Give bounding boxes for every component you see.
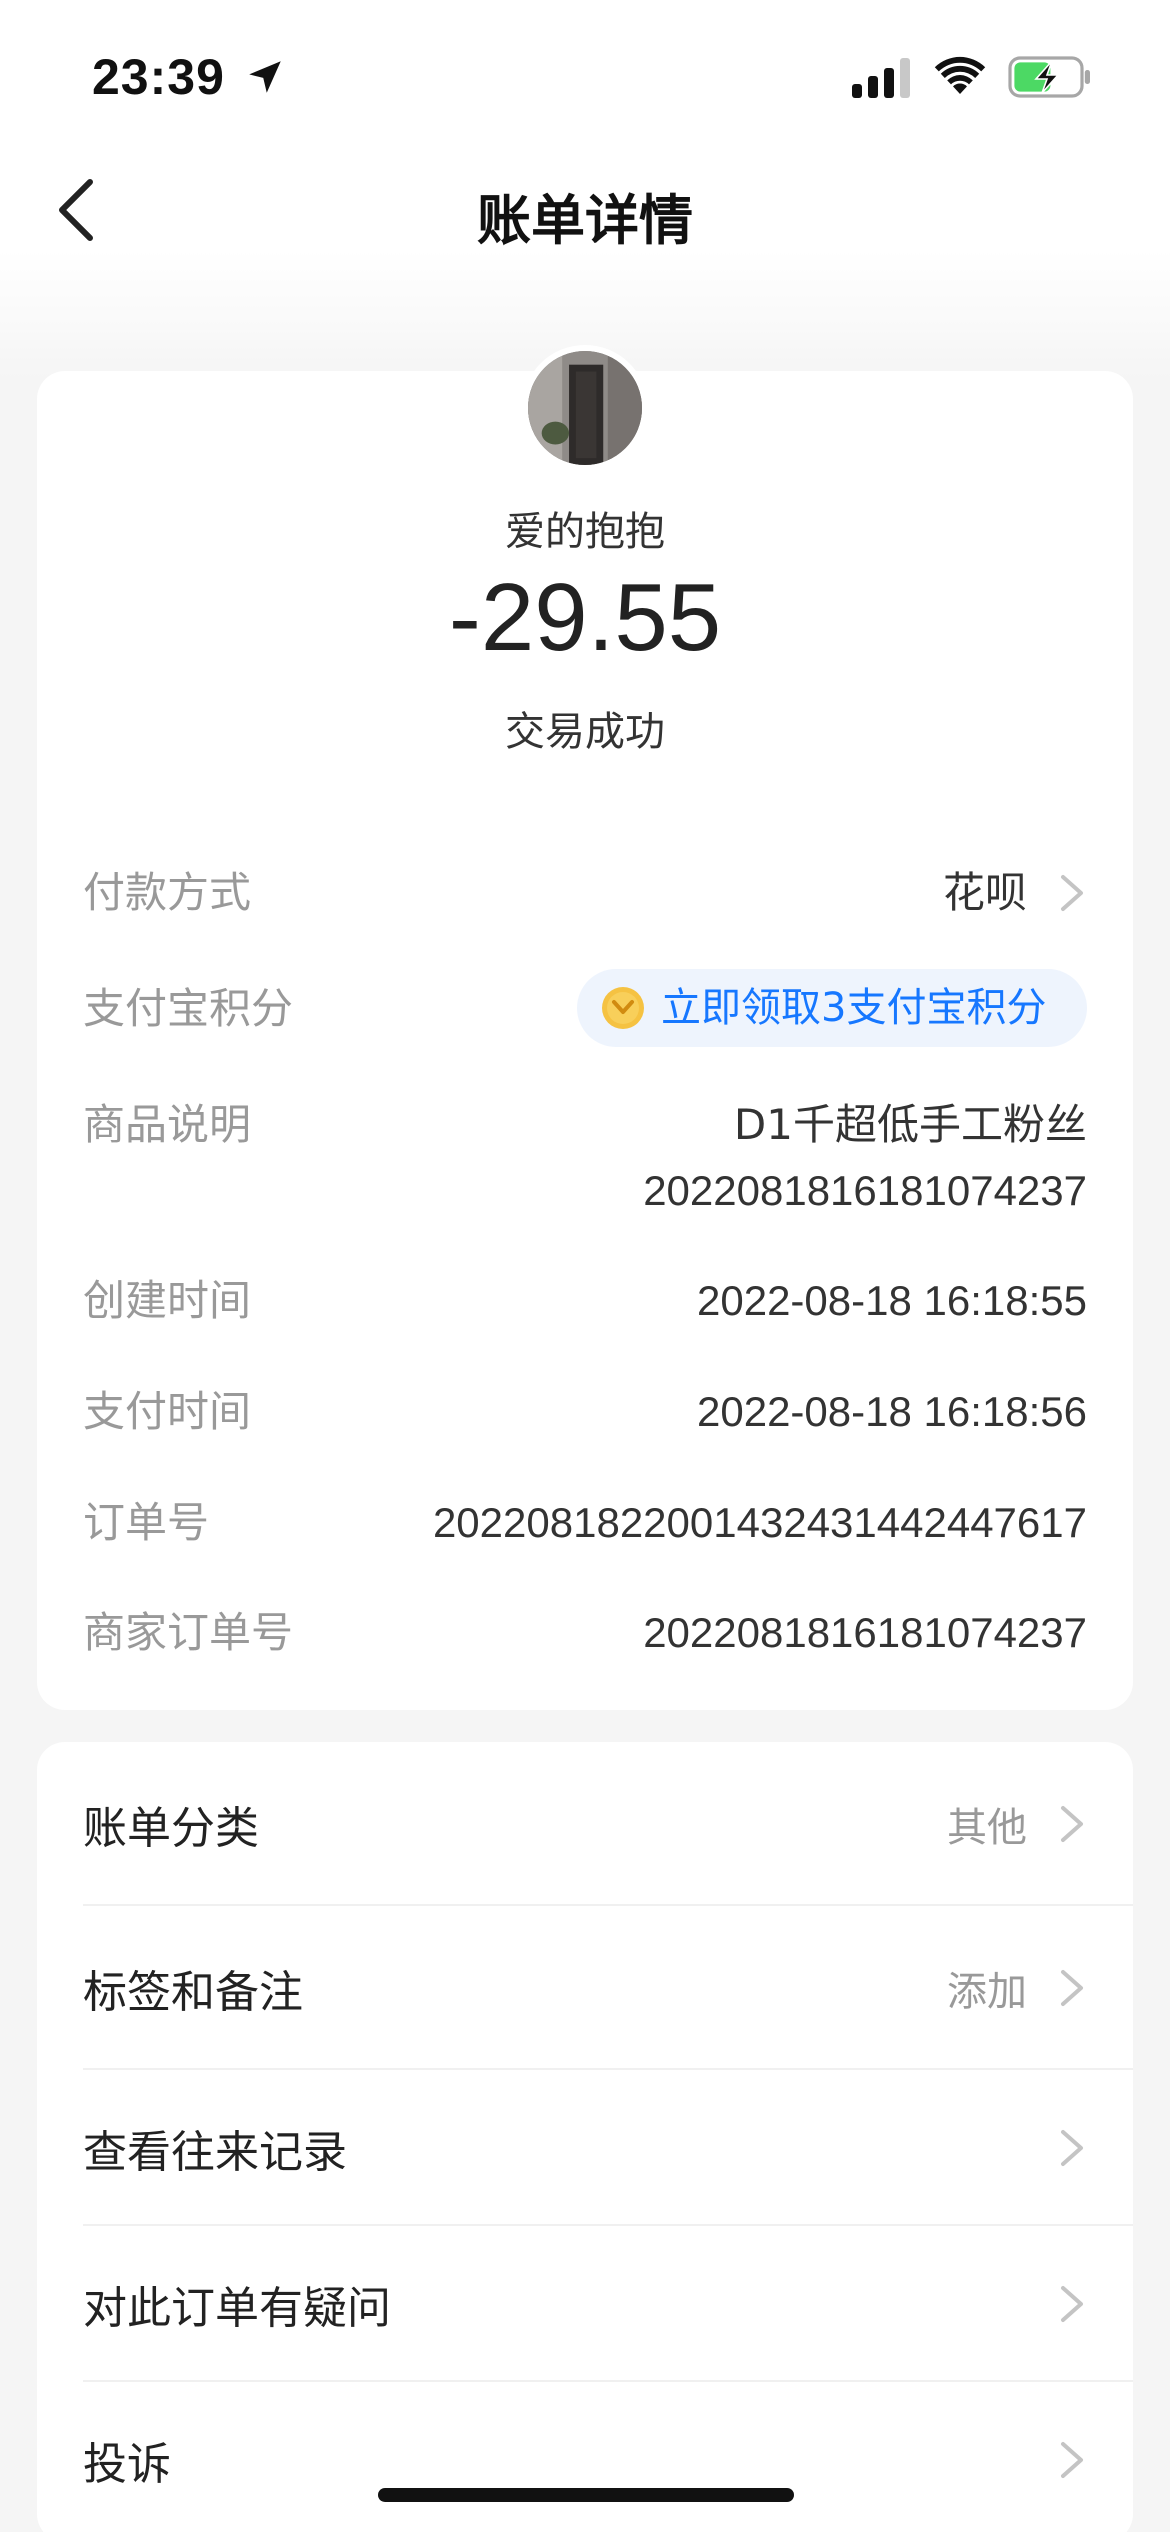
tags-notes-row[interactable]: 标签和备注 添加 [83, 1906, 1133, 2070]
chevron-right-icon [1061, 2442, 1083, 2478]
transaction-status: 交易成功 [505, 709, 665, 755]
tags-notes-value: 添加 [947, 1969, 1027, 2015]
bill-detail-card: 爱的抱抱 -29.55 交易成功 付款方式 花呗 支付宝积分 立即领取3支付宝积… [37, 345, 1133, 1710]
bill-category-value: 其他 [947, 1805, 1027, 1851]
merchant-avatar[interactable] [522, 345, 648, 471]
transaction-amount: -29.55 [448, 564, 722, 671]
payment-method-label: 付款方式 [83, 868, 252, 917]
order-number-value: 2022081822001432431442447617 [432, 1499, 1087, 1546]
created-time-value: 2022-08-18 16:18:55 [697, 1277, 1087, 1324]
navigation-bar: 账单详情 [0, 150, 1170, 270]
product-description-label: 商品说明 [83, 1100, 252, 1149]
page-title: 账单详情 [477, 189, 693, 252]
order-number-row: 订单号 2022081822001432431442447617 [83, 1491, 1087, 1555]
payment-method-row[interactable]: 付款方式 花呗 [83, 861, 1087, 925]
transaction-history-row[interactable]: 查看往来记录 [83, 2070, 1133, 2226]
chevron-right-icon [1061, 1970, 1083, 2006]
battery-charging-icon [1008, 56, 1090, 98]
merchant-order-number-value: 20220818161810742​37 [643, 1609, 1087, 1656]
claim-points-text: 立即领取3支付宝积分 [661, 985, 1047, 1031]
merchant-name: 爱的抱抱 [505, 509, 665, 555]
transaction-history-label: 查看往来记录 [83, 2127, 347, 2178]
status-bar: 23:39 [0, 0, 1170, 150]
alipay-points-label: 支付宝积分 [83, 984, 294, 1033]
payment-method-value: 花呗 [942, 868, 1027, 917]
claim-points-button[interactable]: 立即领取3支付宝积分 [577, 969, 1087, 1047]
bill-category-row[interactable]: 账单分类 其他 [83, 1742, 1133, 1906]
payment-time-row: 支付时间 2022-08-18 16:18:56 [83, 1380, 1087, 1444]
merchant-order-number-label: 商家订单号 [83, 1608, 294, 1657]
order-number-label: 订单号 [83, 1498, 210, 1547]
product-description-line2: 20220818161810742​37 [643, 1167, 1087, 1214]
cellular-signal-icon [852, 58, 910, 98]
created-time-label: 创建时间 [83, 1276, 252, 1325]
bill-actions-card: 账单分类 其他 标签和备注 添加 查看往来记录 对此订单有疑问 投诉 [37, 1742, 1133, 2532]
product-description-row: 商品说明 D1千超低手工粉丝 20220818161810742​37 [83, 1093, 1087, 1233]
order-question-row[interactable]: 对此订单有疑问 [83, 2226, 1133, 2382]
tags-notes-label: 标签和备注 [83, 1967, 303, 2018]
wifi-icon [934, 56, 986, 94]
alipay-points-row: 支付宝积分 立即领取3支付宝积分 [83, 969, 1087, 1047]
merchant-order-number-row: 商家订单号 20220818161810742​37 [83, 1601, 1087, 1665]
bill-category-label: 账单分类 [83, 1803, 259, 1854]
payment-time-value: 2022-08-18 16:18:56 [697, 1388, 1087, 1435]
complaint-row[interactable]: 投诉 [83, 2382, 1133, 2532]
status-time: 23:39 [92, 49, 225, 105]
chevron-right-icon [1061, 875, 1083, 911]
payment-time-label: 支付时间 [83, 1387, 252, 1436]
created-time-row: 创建时间 2022-08-18 16:18:55 [83, 1269, 1087, 1333]
points-coin-icon [602, 987, 644, 1029]
avatar-image [528, 351, 642, 465]
chevron-right-icon [1061, 2286, 1083, 2322]
order-question-label: 对此订单有疑问 [83, 2283, 391, 2334]
complaint-label: 投诉 [83, 2439, 171, 2490]
product-description-line1: D1千超低手工粉丝 [733, 1100, 1087, 1149]
chevron-right-icon [1061, 1806, 1083, 1842]
location-arrow-icon [249, 61, 281, 93]
chevron-right-icon [1061, 2130, 1083, 2166]
home-indicator[interactable] [378, 2488, 794, 2502]
